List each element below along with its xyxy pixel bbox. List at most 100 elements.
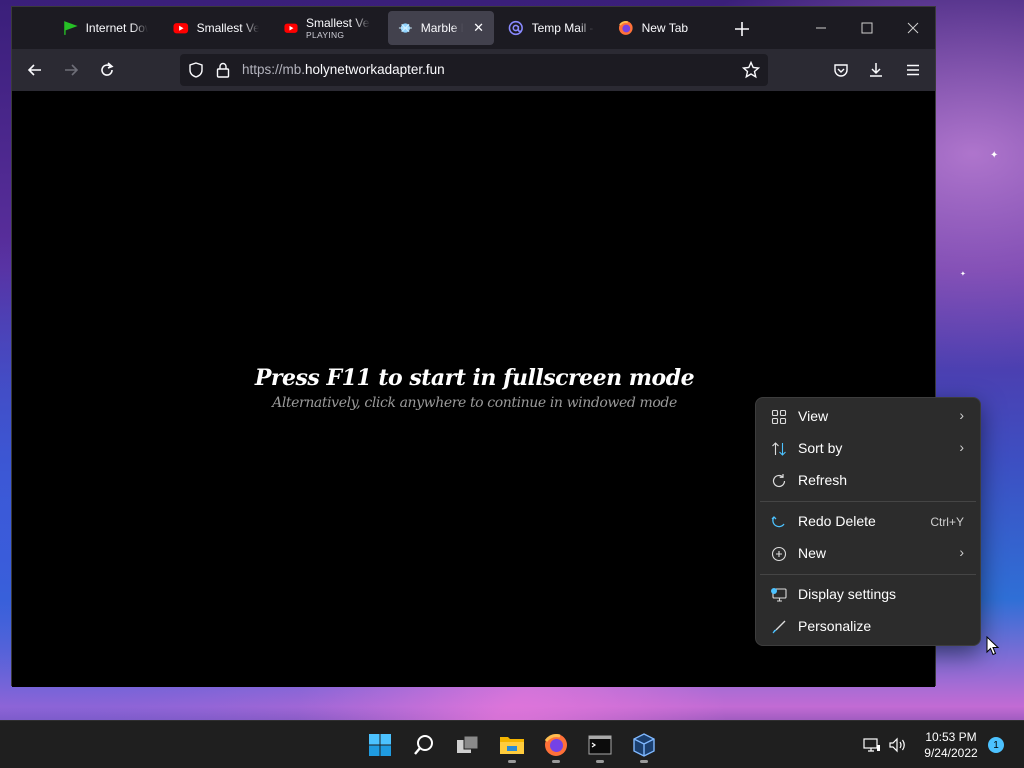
pocket-button[interactable]: [826, 55, 856, 85]
tab-label: New Tab: [641, 21, 689, 35]
search-button[interactable]: [408, 729, 440, 761]
menu-item-refresh[interactable]: Refresh: [760, 466, 976, 496]
url-bar[interactable]: https://mb.holynetworkadapter.fun: [180, 54, 768, 86]
menu-item-label: Sort by: [798, 440, 843, 456]
add-circle-icon: [771, 546, 787, 562]
redo-icon: [771, 516, 785, 528]
running-indicator: [508, 760, 516, 763]
minimize-button[interactable]: [798, 13, 844, 43]
menu-item-view[interactable]: View ›: [760, 402, 976, 432]
plus-icon: [735, 22, 749, 36]
menu-item-new[interactable]: New ›: [760, 539, 976, 569]
maximize-icon: [861, 22, 873, 34]
task-view-button[interactable]: [452, 729, 484, 761]
display-settings-icon: [771, 588, 787, 602]
menu-item-label: View: [798, 408, 829, 424]
nav-toolbar: https://mb.holynetworkadapter.fun: [12, 49, 935, 91]
file-explorer-button[interactable]: [496, 729, 528, 763]
back-button[interactable]: [20, 55, 50, 85]
tab-smallest-version-1[interactable]: Smallest Vers: [163, 11, 269, 45]
firefox-taskbar-button[interactable]: [540, 729, 572, 763]
tab-label: Internet Dow: [85, 21, 148, 35]
menu-item-label: Redo Delete: [798, 513, 876, 529]
volume-icon: [889, 737, 905, 753]
downloads-button[interactable]: [861, 55, 891, 85]
bookmark-star-icon[interactable]: [742, 61, 760, 79]
url-prefix: https://mb.: [242, 62, 306, 77]
windows-logo-icon: [369, 734, 391, 756]
network-tray-button[interactable]: [860, 729, 884, 761]
tab-temp-mail[interactable]: Temp Mail - I: [498, 11, 604, 45]
tab-bar: Internet Dow Smallest Vers Smallest Vers…: [12, 7, 935, 49]
volume-tray-button[interactable]: [886, 729, 910, 761]
menu-item-label: Display settings: [798, 586, 897, 602]
forward-button[interactable]: [56, 55, 86, 85]
start-button[interactable]: [364, 729, 396, 761]
chevron-right-icon: ›: [959, 407, 964, 423]
menu-item-redo-delete[interactable]: Redo Delete Ctrl+Y: [760, 507, 976, 537]
network-icon: [863, 738, 880, 752]
menu-item-sort-by[interactable]: Sort by ›: [760, 434, 976, 464]
folder-icon: [500, 737, 524, 754]
pocket-icon: [834, 64, 848, 77]
new-tab-button[interactable]: [728, 15, 756, 43]
tab-smallest-version-2[interactable]: Smallest Vers PLAYING: [274, 11, 380, 45]
menu-separator: [760, 501, 976, 502]
idm-icon: [64, 21, 78, 35]
terminal-icon: [588, 735, 612, 755]
virtualbox-button[interactable]: [628, 729, 660, 763]
menu-item-label: New: [798, 545, 827, 561]
maximize-button[interactable]: [844, 13, 890, 43]
running-indicator: [640, 760, 648, 763]
tempmail-icon: [508, 20, 523, 36]
firefox-icon: [544, 734, 567, 756]
reload-icon: [101, 62, 114, 76]
running-indicator: [596, 760, 604, 763]
refresh-icon: [772, 474, 786, 488]
notification-badge[interactable]: 1: [988, 737, 1004, 753]
back-arrow-icon: [27, 64, 41, 76]
tab-label: Smallest Vers: [306, 16, 370, 30]
clock-date: 9/24/2022: [924, 746, 978, 760]
paintbrush-icon: [772, 620, 786, 634]
fullscreen-prompt: Press F11 to start in fullscreen mode: [254, 365, 695, 391]
tab-marble-blast[interactable]: Marble Bl ✕: [388, 11, 494, 45]
menu-item-label: Personalize: [798, 618, 872, 634]
chevron-right-icon: ›: [959, 544, 964, 560]
desktop-context-menu: View › Sort by › Refresh Redo Delete Ctr…: [755, 397, 981, 646]
terminal-button[interactable]: [584, 729, 616, 763]
taskbar: 10:53 PM 9/24/2022 1: [0, 720, 1024, 768]
shield-icon[interactable]: [188, 62, 204, 78]
menu-item-label: Refresh: [798, 472, 848, 488]
chevron-right-icon: ›: [959, 439, 964, 455]
virtualbox-icon: [633, 733, 655, 757]
tab-label: Smallest Vers: [196, 21, 259, 35]
menu-item-display-settings[interactable]: Display settings: [760, 580, 976, 610]
tab-internet-download[interactable]: Internet Dow: [52, 11, 158, 45]
search-icon: [414, 735, 433, 755]
download-icon: [870, 63, 882, 77]
tab-label: Marble Bl: [420, 21, 463, 35]
marble-icon: [398, 23, 412, 33]
reload-button[interactable]: [92, 55, 122, 85]
url-domain: holynetworkadapter.fun: [305, 62, 445, 77]
lock-icon[interactable]: [216, 62, 230, 78]
task-view-icon: [457, 735, 479, 753]
mouse-cursor-icon: [986, 636, 1000, 656]
close-tab-icon[interactable]: ✕: [473, 20, 484, 36]
tab-playing-label: PLAYING: [306, 30, 345, 40]
url-text[interactable]: https://mb.holynetworkadapter.fun: [242, 62, 445, 77]
close-window-button[interactable]: [890, 13, 936, 43]
menu-item-personalize[interactable]: Personalize: [760, 612, 976, 642]
running-indicator: [552, 760, 560, 763]
youtube-icon: [173, 23, 189, 34]
tab-new-tab[interactable]: New Tab: [608, 11, 714, 45]
tab-label: Temp Mail - I: [531, 21, 594, 35]
firefox-icon: [618, 20, 633, 35]
menu-separator: [760, 574, 976, 575]
hamburger-menu-icon: [907, 64, 919, 76]
clock[interactable]: 10:53 PM 9/24/2022: [916, 729, 986, 761]
clock-time: 10:53 PM: [925, 730, 977, 744]
close-icon: [907, 22, 919, 34]
menu-button[interactable]: [898, 55, 928, 85]
